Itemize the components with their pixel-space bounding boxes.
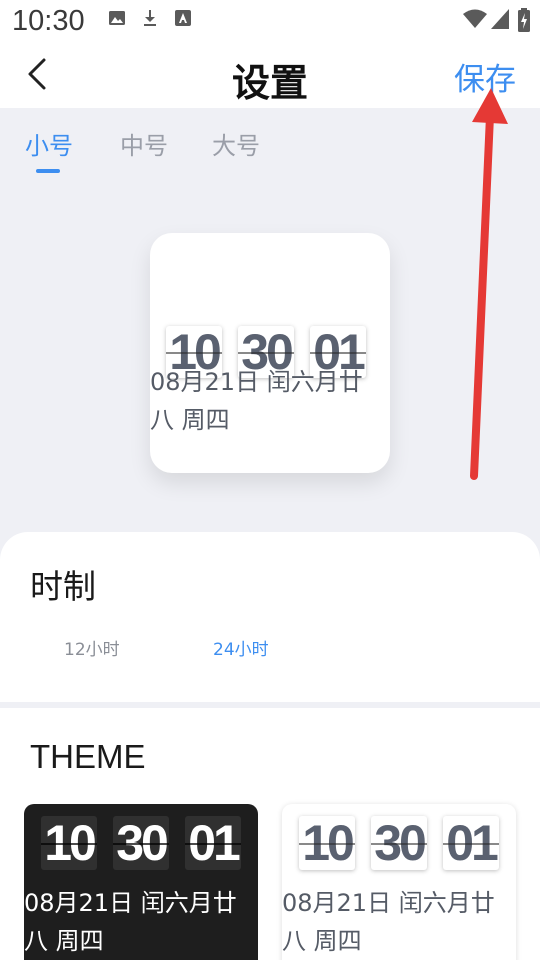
download-icon	[144, 10, 156, 26]
theme-dark-date-line2: 八 周四	[24, 927, 104, 955]
a-square-icon	[175, 10, 191, 26]
format-24h[interactable]: 24小时	[213, 635, 269, 660]
theme-light-seconds: 01	[443, 815, 499, 871]
wifi-icon	[463, 9, 487, 28]
theme-dark-hours: 10	[41, 815, 97, 871]
theme-light-date-line1: 08月21日 闰六月廿	[282, 889, 495, 917]
theme-light-minutes: 30	[371, 815, 427, 871]
preview-date-line2: 八 周四	[150, 406, 230, 434]
status-bar: 10:30	[0, 0, 540, 44]
theme-dark-digits: 10 30 01	[41, 815, 241, 871]
tab-medium[interactable]: 中号	[120, 126, 168, 161]
status-time: 10:30	[12, 5, 85, 37]
time-format-card: 时制 12小时 24小时	[0, 532, 540, 702]
tab-large[interactable]: 大号	[212, 126, 260, 161]
image-icon	[109, 11, 125, 25]
theme-light-option[interactable]: 10 30 01 08月21日 闰六月廿 八 周四	[282, 804, 516, 960]
theme-section: THEME 10 30 01 08月21日 闰六月廿 八 周四 10 30 01…	[0, 708, 540, 960]
save-button[interactable]: 保存	[454, 54, 516, 99]
tab-small[interactable]: 小号	[25, 126, 73, 161]
theme-light-hours: 10	[299, 815, 355, 871]
battery-icon	[518, 8, 530, 32]
theme-dark-seconds: 01	[185, 815, 241, 871]
theme-dark-date: 08月21日 闰六月廿 八 周四	[24, 884, 258, 960]
preview-date-line1: 08月21日 闰六月廿	[150, 368, 363, 396]
app-bar: 设置 保存	[0, 44, 540, 108]
theme-light-date: 08月21日 闰六月廿 八 周四	[282, 884, 516, 960]
active-tab-indicator	[36, 169, 60, 173]
preview-date: 08月21日 闰六月廿 八 周四	[150, 363, 390, 439]
theme-title: THEME	[30, 738, 146, 775]
theme-light-date-line2: 八 周四	[282, 927, 362, 955]
format-12h[interactable]: 12小时	[64, 635, 120, 660]
theme-dark-minutes: 30	[113, 815, 169, 871]
theme-dark-date-line1: 08月21日 闰六月廿	[24, 889, 237, 917]
signal-icon	[491, 9, 509, 29]
time-format-title: 时制	[30, 567, 96, 606]
theme-light-digits: 10 30 01	[299, 815, 499, 871]
size-tabs: 小号 中号 大号	[0, 118, 540, 178]
theme-dark-option[interactable]: 10 30 01 08月21日 闰六月廿 八 周四	[24, 804, 258, 960]
